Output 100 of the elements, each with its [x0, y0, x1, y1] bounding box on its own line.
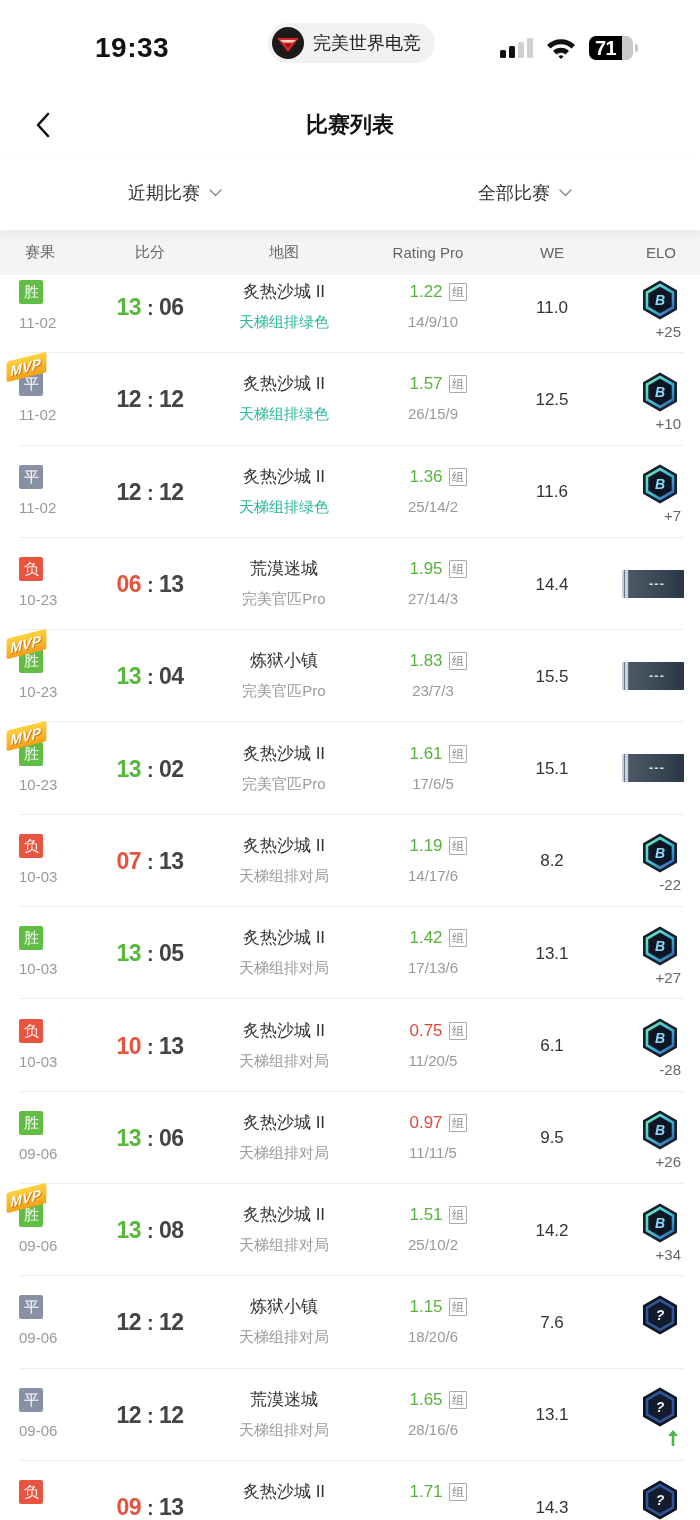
result-badge: 负	[19, 1018, 43, 1043]
column-header[interactable]: ELO	[646, 244, 676, 261]
match-mode: 天梯组排对局	[239, 1142, 329, 1163]
result-badge: 胜	[19, 280, 43, 305]
match-date: 09-06	[19, 1143, 58, 1164]
kda-stats: 14/9/10	[407, 312, 458, 333]
shield-emblem-icon	[272, 26, 304, 59]
match-date: 10-23	[19, 590, 58, 611]
map-name: 荒漠迷城	[250, 558, 318, 581]
match-mode: 天梯组排绿色	[239, 404, 329, 425]
elo-change: -22	[659, 875, 681, 896]
status-time: 19:33	[95, 31, 170, 63]
elo-pending-tag: ---	[622, 661, 684, 690]
match-score: 07 : 13	[116, 846, 184, 875]
elo-change: +10	[655, 413, 681, 434]
match-mode: 完美官匹Pro	[242, 773, 326, 794]
elo-change: +27	[655, 967, 681, 988]
we-value: 14.3	[535, 1496, 569, 1518]
app-name: 完美世界电竞	[313, 31, 421, 55]
group-tag: 组	[448, 1390, 467, 1409]
group-tag: 组	[448, 1113, 467, 1132]
we-value: 6.1	[540, 1035, 564, 1056]
match-mode: 天梯组排对局	[239, 1235, 329, 1256]
column-header[interactable]: 赛果	[25, 243, 55, 260]
result-badge: 胜	[19, 926, 43, 951]
result-badge: 胜	[19, 1110, 43, 1135]
match-score: 09 : 13	[116, 1493, 184, 1520]
app-pill[interactable]: 完美世界电竞	[268, 22, 435, 63]
rating-value: 1.71	[409, 1482, 443, 1502]
match-date: 11-02	[19, 313, 57, 334]
filter-dropdown[interactable]: 近期比赛	[122, 176, 228, 209]
match-mode: 天梯组排对局	[239, 1050, 329, 1071]
back-icon	[36, 112, 50, 138]
we-value: 9.5	[540, 1127, 564, 1149]
match-date: 09-06	[19, 1236, 58, 1257]
rating-value: 1.61	[409, 743, 443, 764]
we-value: 14.4	[535, 573, 569, 595]
map-name: 炙热沙城 II	[242, 373, 326, 396]
match-score: 12 : 12	[116, 1308, 184, 1337]
kda-stats: 27/14/3	[407, 589, 458, 610]
match-mode: 天梯组排对局	[239, 1327, 329, 1348]
match-mode: 天梯组排对局	[239, 1419, 329, 1440]
group-tag: 组	[448, 744, 467, 763]
rank-badge: B	[642, 925, 678, 966]
result-badge: 负	[19, 557, 43, 582]
column-header[interactable]: 比分	[135, 243, 165, 260]
rating-value: 1.65	[409, 1389, 443, 1410]
rating-value: 1.42	[409, 928, 443, 949]
match-score: 13 : 08	[116, 1216, 184, 1245]
chevron-down-icon	[209, 188, 222, 197]
group-tag: 组	[448, 1206, 467, 1225]
rating-value: 1.36	[409, 466, 443, 487]
rank-badge: B	[642, 371, 678, 412]
group-tag: 组	[448, 652, 467, 671]
map-name: 炙热沙城 II	[242, 834, 326, 857]
elo-change: +34	[655, 1244, 681, 1265]
match-mode: 天梯组排对局	[239, 865, 329, 886]
kda-stats: 18/20/6	[407, 1327, 458, 1348]
rating-value: 1.22	[409, 282, 443, 303]
column-header[interactable]: Rating Pro	[392, 244, 464, 261]
group-tag: 组	[448, 929, 467, 948]
rank-badge: B	[642, 1018, 678, 1058]
map-name: 炙热沙城 II	[242, 1481, 326, 1503]
column-header[interactable]: 地图	[269, 243, 299, 260]
group-tag: 组	[448, 283, 467, 302]
map-name: 炙热沙城 II	[242, 1019, 326, 1042]
match-date: 11-02	[19, 405, 57, 426]
column-header[interactable]: WE	[539, 244, 565, 261]
rank-badge: B	[642, 1202, 678, 1243]
kda-stats: 11/11/5	[409, 1142, 457, 1163]
rating-value: 1.51	[409, 1205, 443, 1226]
match-score: 06 : 13	[116, 570, 184, 599]
match-date: 10-23	[19, 682, 58, 703]
match-score: 13 : 02	[116, 754, 184, 783]
map-name: 炙热沙城 II	[242, 1204, 326, 1227]
page-title: 比赛列表	[305, 111, 395, 139]
match-mode: 完美官匹Pro	[242, 681, 326, 702]
elo-change: -28	[659, 1060, 681, 1080]
group-tag: 组	[448, 836, 467, 855]
match-score: 12 : 12	[116, 385, 184, 414]
filter-dropdown[interactable]: 全部比赛	[472, 176, 578, 209]
kda-stats: 28/16/6	[407, 1419, 458, 1440]
match-date: 09-06	[19, 1420, 58, 1441]
match-score: 13 : 04	[116, 662, 184, 691]
group-tag: 组	[448, 1483, 467, 1501]
match-score: 13 : 06	[116, 293, 184, 322]
match-date: 10-03	[19, 959, 58, 980]
match-score: 13 : 05	[116, 939, 184, 968]
kda-stats: 25/14/2	[407, 496, 458, 517]
kda-stats: 17/13/6	[407, 958, 458, 979]
match-date: 09-06	[19, 1328, 58, 1349]
rank-badge: ?	[642, 1387, 678, 1428]
rank-badge: B	[642, 279, 678, 320]
map-name: 炼狱小镇	[250, 650, 318, 673]
we-value: 15.5	[535, 665, 569, 687]
match-score: 12 : 12	[116, 477, 184, 506]
group-tag: 组	[448, 1298, 467, 1317]
rank-badge: B	[642, 464, 678, 505]
map-name: 炼狱小镇	[250, 1296, 318, 1319]
match-date: 10-23	[19, 774, 58, 795]
